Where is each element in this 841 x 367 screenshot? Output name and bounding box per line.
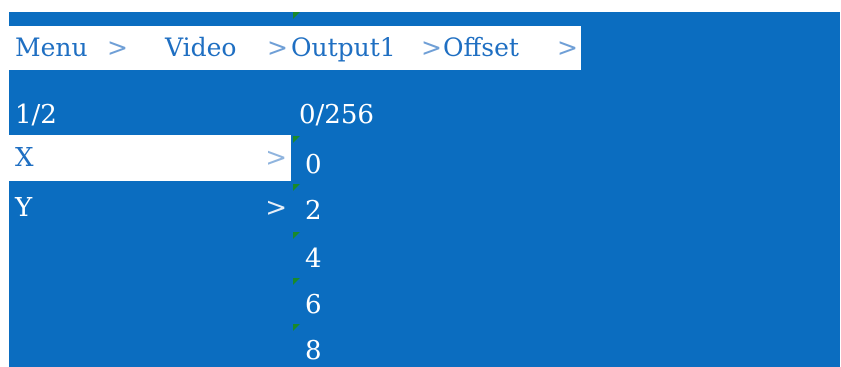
menu-item-label: X bbox=[15, 143, 34, 173]
menu-item-label: Y bbox=[15, 193, 33, 223]
marker-icon bbox=[293, 184, 300, 191]
page-indicator: 1/2 bbox=[15, 100, 57, 130]
menu-item-y[interactable]: Y > bbox=[9, 185, 291, 231]
menu-screen: Menu > Video > Output1 > Offset > 1/2 X … bbox=[9, 12, 840, 367]
breadcrumb-menu[interactable]: Menu bbox=[15, 26, 88, 70]
value-item[interactable]: 2 bbox=[305, 194, 365, 228]
marker-icon bbox=[293, 232, 300, 239]
value-item[interactable]: 6 bbox=[305, 288, 365, 322]
breadcrumb-offset[interactable]: Offset bbox=[443, 26, 519, 70]
breadcrumb-video[interactable]: Video bbox=[165, 26, 236, 70]
breadcrumb-separator-1: > bbox=[107, 33, 128, 62]
marker-icon bbox=[293, 12, 300, 19]
chevron-right-icon: > bbox=[265, 143, 287, 173]
marker-icon bbox=[293, 136, 300, 143]
breadcrumb-output[interactable]: Output1 bbox=[291, 26, 396, 70]
chevron-right-icon: > bbox=[265, 193, 287, 223]
menu-item-x[interactable]: X > bbox=[9, 135, 291, 181]
marker-icon bbox=[293, 278, 300, 285]
breadcrumb-separator-3: > bbox=[421, 33, 442, 62]
value-item[interactable]: 0 bbox=[305, 148, 365, 182]
value-item[interactable]: 8 bbox=[305, 334, 365, 367]
marker-icon bbox=[293, 324, 300, 331]
breadcrumb-separator-2: > bbox=[267, 33, 288, 62]
breadcrumb-separator-4: > bbox=[557, 33, 578, 62]
breadcrumb: Menu > Video > Output1 > Offset > bbox=[9, 26, 581, 70]
value-item[interactable]: 4 bbox=[305, 242, 365, 276]
value-range: 0/256 bbox=[299, 100, 374, 130]
